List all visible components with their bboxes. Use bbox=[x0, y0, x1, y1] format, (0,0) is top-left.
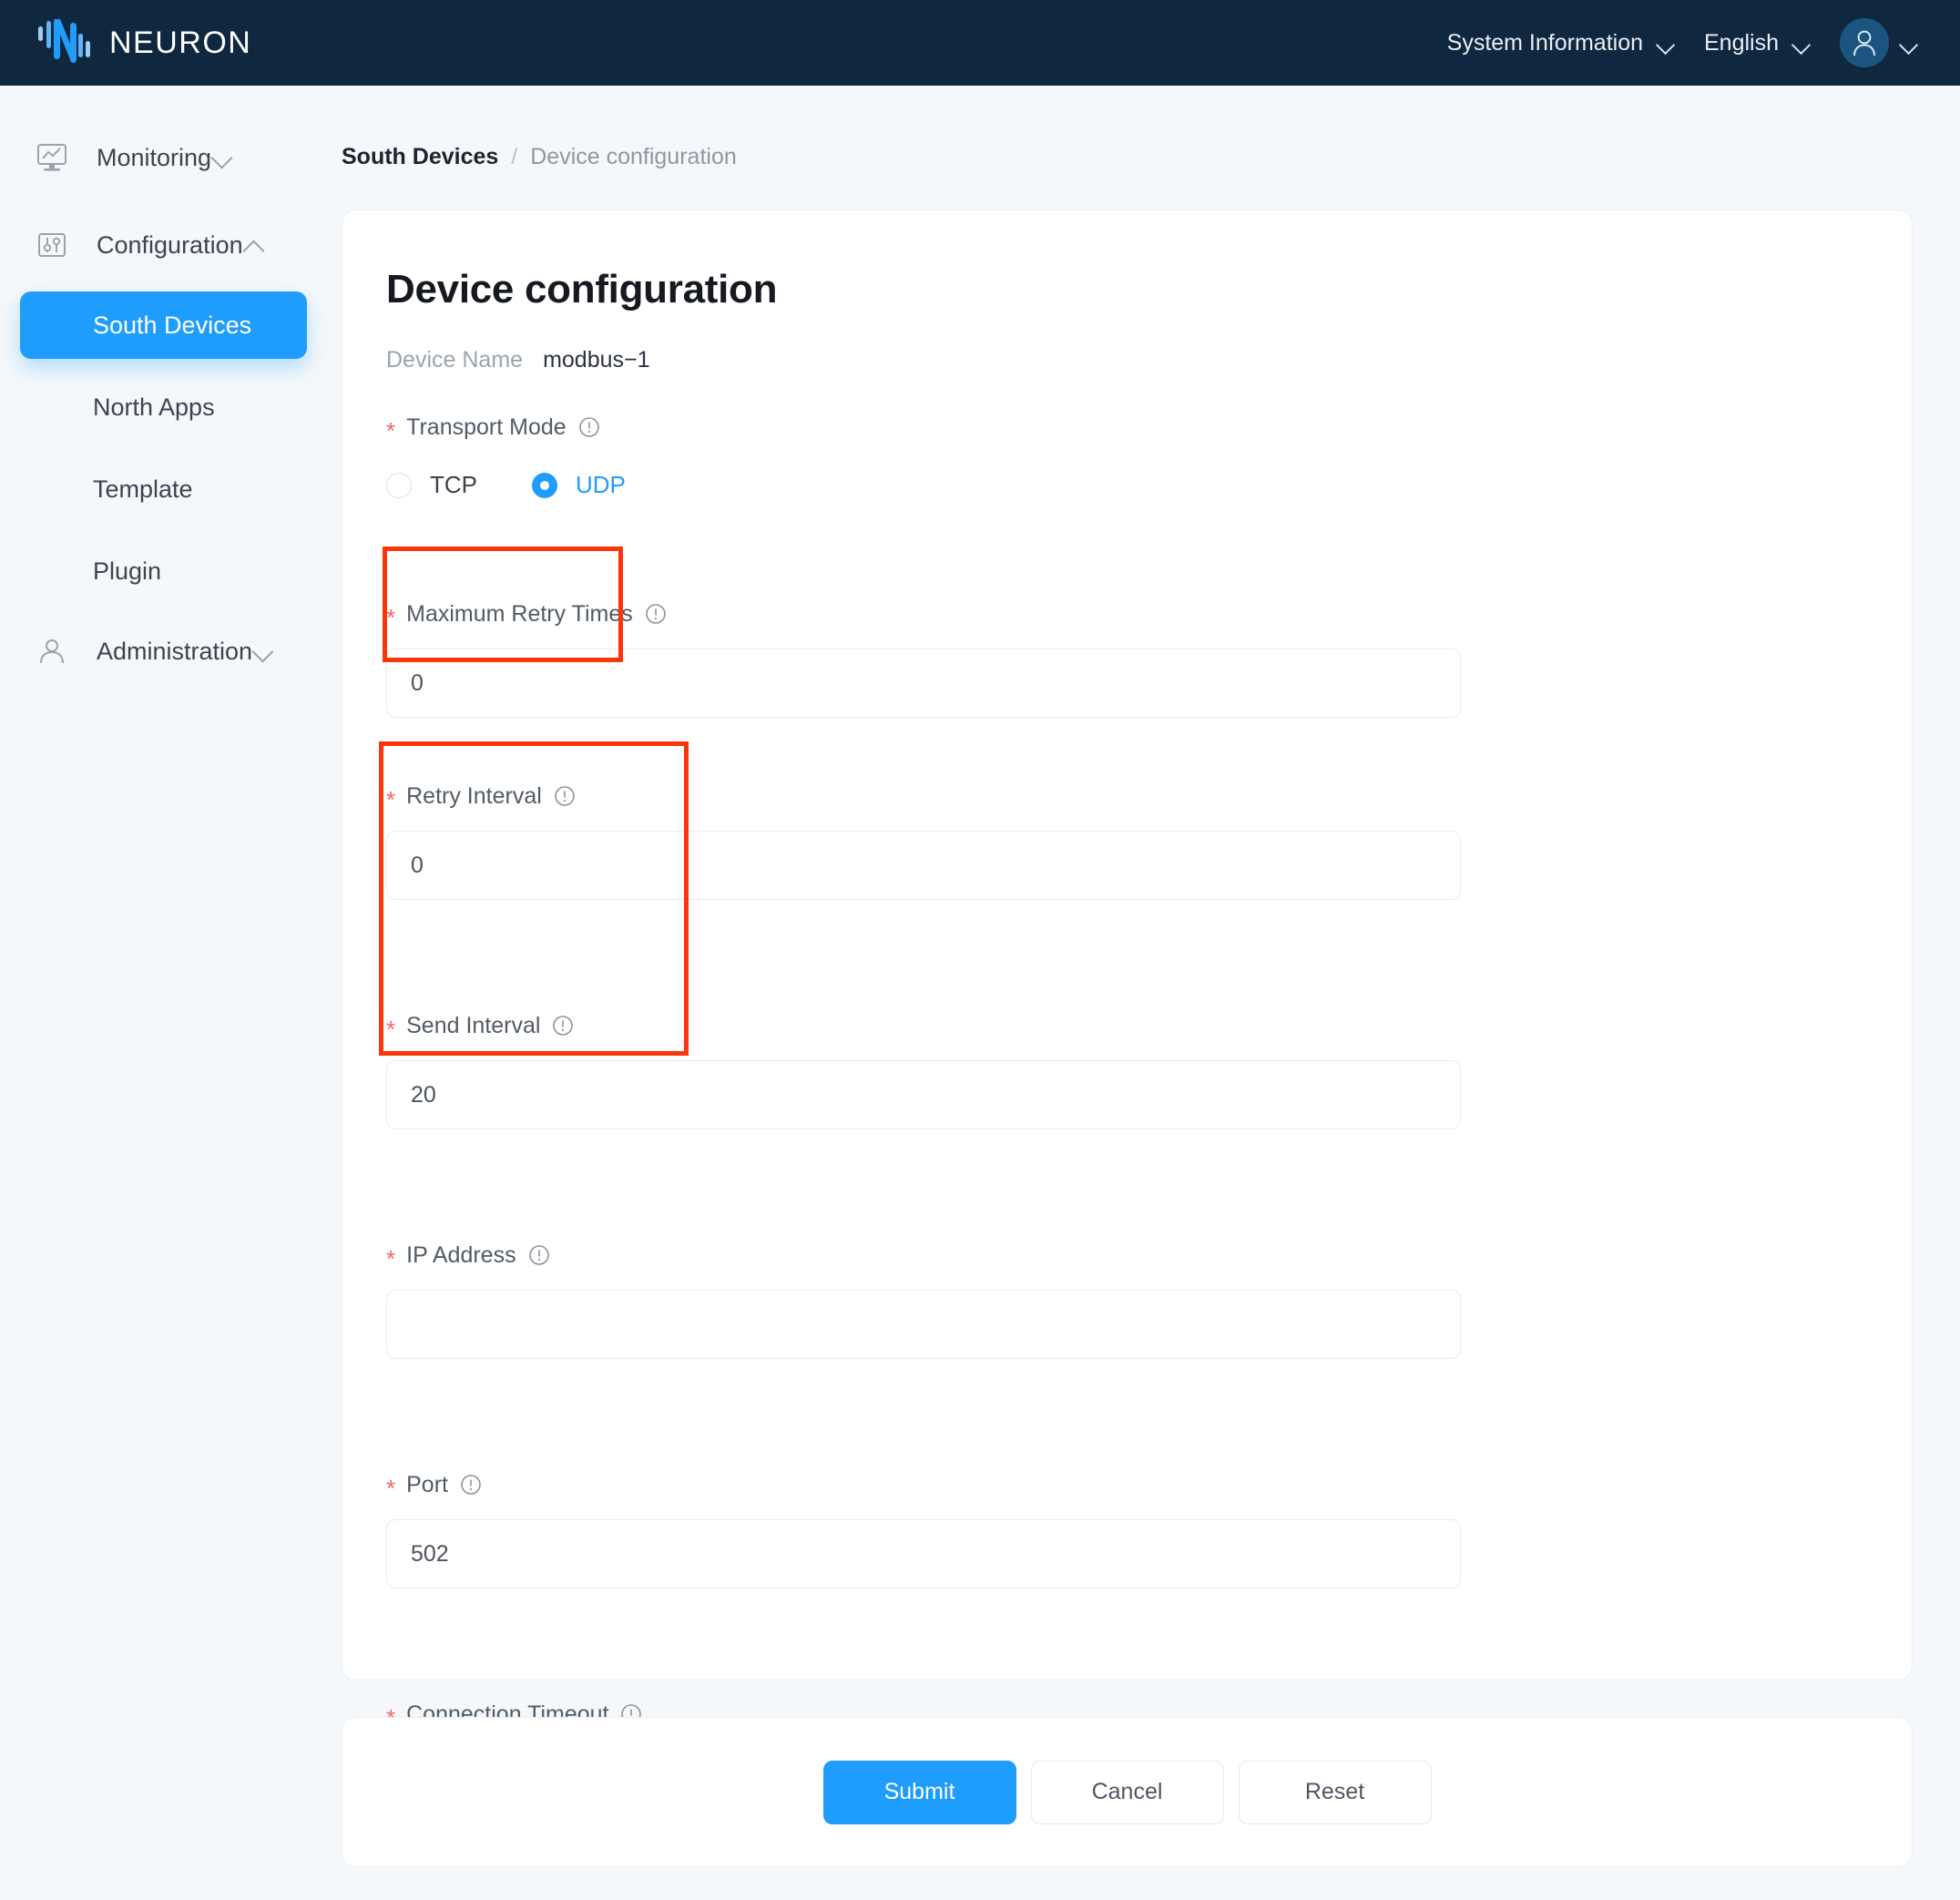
neuron-logo-icon bbox=[38, 19, 91, 67]
info-circle-icon[interactable] bbox=[577, 415, 601, 439]
ip-address-input[interactable] bbox=[386, 1290, 1461, 1359]
info-circle-icon[interactable] bbox=[644, 602, 668, 626]
monitor-chart-icon bbox=[33, 138, 71, 177]
breadcrumb-current: Device configuration bbox=[530, 144, 737, 170]
reset-button[interactable]: Reset bbox=[1239, 1761, 1432, 1824]
cancel-button[interactable]: Cancel bbox=[1031, 1761, 1224, 1824]
field-retry-interval: * Retry Interval bbox=[386, 780, 1843, 900]
radio-tcp[interactable]: TCP bbox=[386, 471, 477, 499]
required-asterisk: * bbox=[386, 788, 395, 812]
chevron-up-icon bbox=[243, 233, 267, 257]
info-circle-icon[interactable] bbox=[459, 1473, 483, 1497]
field-maximum-retry-times: * Maximum Retry Times bbox=[386, 598, 1843, 718]
required-asterisk: * bbox=[386, 606, 395, 629]
retry-interval-input[interactable] bbox=[386, 831, 1461, 900]
sidebar-item-north-apps[interactable]: North Apps bbox=[20, 373, 307, 441]
submit-button[interactable]: Submit bbox=[823, 1761, 1016, 1824]
brand-title: NEURON bbox=[109, 26, 251, 61]
sidebar-group-label: Administration bbox=[97, 638, 252, 666]
chevron-down-icon bbox=[1657, 38, 1675, 48]
port-input[interactable] bbox=[386, 1519, 1461, 1588]
device-name-value: modbus−1 bbox=[543, 347, 649, 373]
sidebar-group-label: Configuration bbox=[97, 231, 243, 260]
device-name-label: Device Name bbox=[386, 347, 523, 373]
user-icon bbox=[33, 632, 71, 670]
sidebar-group-monitoring[interactable]: Monitoring bbox=[0, 126, 342, 189]
radio-circle-icon bbox=[386, 473, 412, 498]
header-actions: System Information English bbox=[1433, 18, 1960, 67]
language-label: English bbox=[1704, 30, 1779, 56]
transport-mode-radio-group: TCP UDP bbox=[386, 471, 1843, 499]
required-asterisk: * bbox=[386, 419, 395, 443]
breadcrumb-parent[interactable]: South Devices bbox=[342, 144, 498, 170]
radio-udp[interactable]: UDP bbox=[532, 471, 626, 499]
brand: NEURON bbox=[0, 19, 251, 67]
system-information-menu[interactable]: System Information bbox=[1433, 23, 1689, 64]
user-avatar-icon[interactable] bbox=[1840, 18, 1889, 67]
sidebar-item-template[interactable]: Template bbox=[20, 455, 307, 523]
chevron-down-icon bbox=[211, 146, 235, 169]
retry-interval-label: Retry Interval bbox=[406, 783, 542, 810]
chevron-down-icon bbox=[252, 639, 276, 663]
breadcrumb: South Devices / Device configuration bbox=[342, 144, 737, 170]
sidebar-item-label: Plugin bbox=[93, 557, 161, 586]
field-label: * Transport Mode bbox=[386, 411, 1843, 444]
required-asterisk: * bbox=[386, 1017, 395, 1041]
field-label: * Retry Interval bbox=[386, 780, 1843, 812]
ip-address-label: IP Address bbox=[406, 1242, 516, 1269]
maximum-retry-times-label: Maximum Retry Times bbox=[406, 601, 633, 628]
required-asterisk: * bbox=[386, 1476, 395, 1500]
info-circle-icon[interactable] bbox=[551, 1014, 575, 1037]
send-interval-label: Send Interval bbox=[406, 1013, 540, 1039]
field-transport-mode: * Transport Mode TCP bbox=[386, 411, 1843, 499]
sliders-icon bbox=[33, 226, 71, 264]
sidebar-group-label: Monitoring bbox=[97, 144, 211, 172]
top-header-bar: NEURON System Information English bbox=[0, 0, 1960, 86]
chevron-down-icon[interactable] bbox=[1900, 38, 1918, 48]
main-content: South Devices / Device configuration Dev… bbox=[342, 86, 1960, 1900]
sidebar-item-south-devices[interactable]: South Devices bbox=[20, 291, 307, 359]
field-label: * IP Address bbox=[386, 1239, 1843, 1272]
transport-mode-label: Transport Mode bbox=[406, 414, 567, 441]
field-send-interval: * Send Interval bbox=[386, 1009, 1843, 1129]
system-information-label: System Information bbox=[1447, 30, 1643, 56]
sidebar-item-label: Template bbox=[93, 475, 193, 504]
language-menu[interactable]: English bbox=[1689, 23, 1825, 64]
device-name-row: Device Name modbus−1 bbox=[386, 347, 650, 373]
device-configuration-card: Device configuration Device Name modbus−… bbox=[342, 209, 1913, 1680]
sidebar-item-plugin[interactable]: Plugin bbox=[20, 537, 307, 605]
field-ip-address: * IP Address bbox=[386, 1239, 1843, 1359]
sidebar-item-label: South Devices bbox=[93, 312, 251, 340]
form-actions-bar: Submit Cancel Reset bbox=[342, 1717, 1913, 1867]
radio-circle-selected-icon bbox=[532, 473, 557, 498]
sidebar-group-configuration[interactable]: Configuration bbox=[0, 213, 342, 277]
field-label: * Maximum Retry Times bbox=[386, 598, 1843, 630]
sidebar-group-administration[interactable]: Administration bbox=[0, 619, 342, 683]
breadcrumb-separator: / bbox=[511, 144, 517, 170]
send-interval-input[interactable] bbox=[386, 1060, 1461, 1129]
field-label: * Port bbox=[386, 1468, 1843, 1501]
radio-label: TCP bbox=[430, 471, 477, 499]
user-menu[interactable] bbox=[1840, 18, 1922, 67]
info-circle-icon[interactable] bbox=[553, 784, 577, 808]
radio-label: UDP bbox=[576, 471, 626, 499]
sidebar-item-label: North Apps bbox=[93, 393, 215, 422]
page-title: Device configuration bbox=[386, 267, 777, 312]
sidebar: Monitoring Configuration South Devices N… bbox=[0, 86, 342, 1900]
info-circle-icon[interactable] bbox=[527, 1243, 551, 1267]
field-port: * Port bbox=[386, 1468, 1843, 1588]
maximum-retry-times-input[interactable] bbox=[386, 649, 1461, 718]
field-label: * Send Interval bbox=[386, 1009, 1843, 1042]
port-label: Port bbox=[406, 1472, 448, 1498]
required-asterisk: * bbox=[386, 1247, 395, 1271]
chevron-down-icon bbox=[1792, 38, 1811, 48]
device-configuration-form: * Transport Mode TCP bbox=[386, 411, 1843, 1818]
